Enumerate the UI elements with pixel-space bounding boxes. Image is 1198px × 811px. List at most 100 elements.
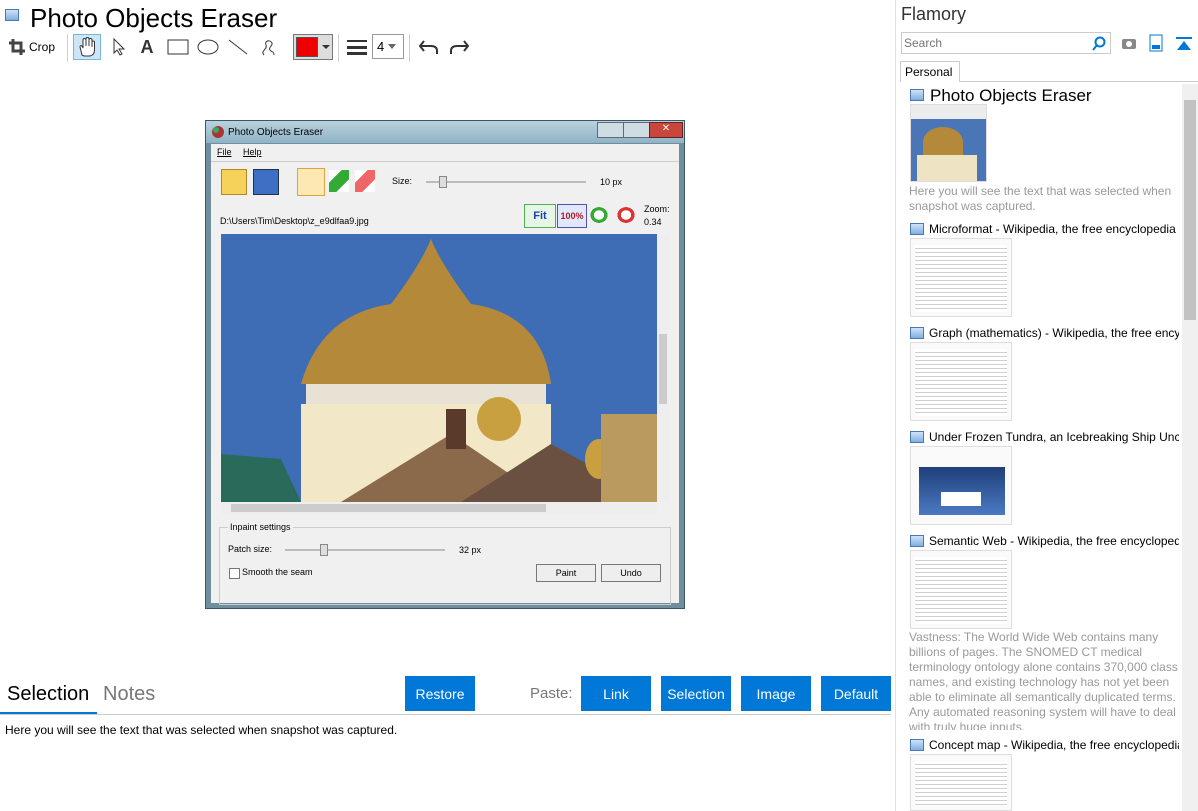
text-tool-button[interactable]: A [136,34,158,60]
snapshot-image: Photo Objects Eraser ✕ File Help Size: 1… [205,120,685,609]
list-item-thumbnail[interactable] [910,238,1012,317]
paste-image-button[interactable]: Image [741,676,811,711]
patch-size-label: Patch size: [228,544,273,554]
paint-button-image: Paint [536,564,596,582]
patch-size-value: 32 px [459,545,482,555]
camera-icon[interactable] [1121,36,1137,50]
paste-link-button[interactable]: Link [581,676,651,711]
size-label: Size: [392,176,413,186]
list-item-description: Here you will see the text that was sele… [909,184,1172,213]
undo-button-image: Undo [601,564,661,582]
crop-label: Crop [28,40,55,54]
list-item-thumbnail[interactable] [910,754,1012,811]
line-width-select[interactable]: 4 [372,34,404,59]
app-logo-icon [212,126,224,138]
size-slider-thumb [439,176,447,188]
toolbar-divider [409,34,410,62]
menu-file: File [217,147,232,157]
search-input[interactable] [901,32,1111,54]
zoom-fit-icon: Fit [524,204,556,228]
list-item-thumbnail[interactable] [910,104,987,182]
close-icon: ✕ [649,122,683,138]
select-tool-button[interactable] [107,34,131,60]
line-icon [228,39,248,55]
line-width-value: 4 [377,39,385,54]
page-icon [910,535,924,547]
church-photo [221,234,657,502]
list-item-title[interactable]: Concept map - Wikipedia, the free encycl… [929,738,1179,752]
tab-notes[interactable]: Notes [103,683,155,706]
list-item-title[interactable]: Photo Objects Eraser [930,86,1180,106]
zoom-100-icon: 100% [557,204,587,228]
patch-slider-thumb [320,544,328,556]
pencil-icon [329,170,349,192]
selection-text: Here you will see the text that was sele… [5,723,398,737]
document-icon[interactable] [1149,34,1163,52]
freehand-tool-button[interactable] [255,34,281,60]
chevron-down-icon [388,43,397,49]
zoom-out-icon [614,204,638,226]
toolbar-divider [67,34,68,62]
ellipse-tool-button[interactable] [195,34,221,60]
color-swatch [295,37,318,57]
sidebar-tab-divider [959,81,1198,82]
vertical-scroll-thumb [659,334,667,404]
search-icon[interactable] [1091,36,1107,52]
arrow-pointer-icon [113,38,126,56]
rectangle-tool-button[interactable] [165,34,191,60]
eraser-icon [355,170,375,192]
line-width-icon-button[interactable] [345,34,369,60]
sidebar-title: Flamory [901,4,967,24]
inpaint-settings-label: Inpaint settings [228,522,293,532]
file-path: D:\Users\Tim\Desktop\z_e9dlfaa9.jpg [220,216,369,226]
app-icon [5,9,19,21]
page-icon [910,431,924,443]
list-item-description: Vastness: The World Wide Web contains ma… [909,630,1178,730]
hand-icon [79,37,95,57]
freehand-icon [262,40,275,56]
photo-canvas [221,234,657,502]
tab-selection[interactable]: Selection [7,683,89,706]
list-item-title[interactable]: Graph (mathematics) - Wikipedia, the fre… [929,326,1179,340]
smooth-checkbox [229,568,240,579]
open-folder-icon [221,169,247,195]
page-icon [910,327,924,339]
window-body: File Help Size: 10 px D:\Users\Tim\Deskt… [211,144,679,605]
list-item-thumbnail[interactable] [910,342,1012,421]
paste-selection-button[interactable]: Selection [661,676,731,711]
window-titlebar: Photo Objects Eraser ✕ [206,121,684,143]
list-item-thumbnail[interactable] [910,446,1012,525]
crop-button[interactable]: Crop [6,34,58,60]
zoom-label: Zoom: [644,204,670,214]
list-item-thumbnail[interactable] [910,550,1012,629]
list-item-title[interactable]: Semantic Web - Wikipedia, the free encyc… [929,534,1179,548]
size-slider [426,181,586,183]
crop-icon [8,39,25,55]
undo-button[interactable] [416,34,442,60]
restore-button[interactable]: Restore [405,676,475,711]
paste-default-button[interactable]: Default [821,676,891,711]
color-picker[interactable] [293,34,333,60]
app-title: Photo Objects Eraser [30,3,278,33]
chevron-down-icon [321,45,330,49]
tab-divider [0,714,891,715]
hand-tool-button[interactable] [73,34,101,60]
sidebar-scroll-thumb[interactable] [1184,100,1196,320]
minimize-icon [597,122,625,138]
save-disk-icon [253,169,279,195]
redo-icon [450,40,470,54]
marker-icon [297,168,325,196]
maximize-icon [623,122,651,138]
page-icon [910,89,924,101]
list-item-title[interactable]: Microformat - Wikipedia, the free encycl… [929,222,1179,236]
menu-help: Help [243,147,262,157]
toolbar-divider [338,34,339,62]
list-item-title[interactable]: Under Frozen Tundra, an Icebreaking Ship… [929,430,1179,444]
size-value: 10 px [600,177,623,187]
zoom-value: 0.34 [644,217,662,227]
collapse-top-icon[interactable] [1175,36,1193,52]
tab-personal[interactable]: Personal [900,61,960,82]
redo-button[interactable] [446,34,472,60]
page-icon [910,739,924,751]
line-tool-button[interactable] [225,34,251,60]
